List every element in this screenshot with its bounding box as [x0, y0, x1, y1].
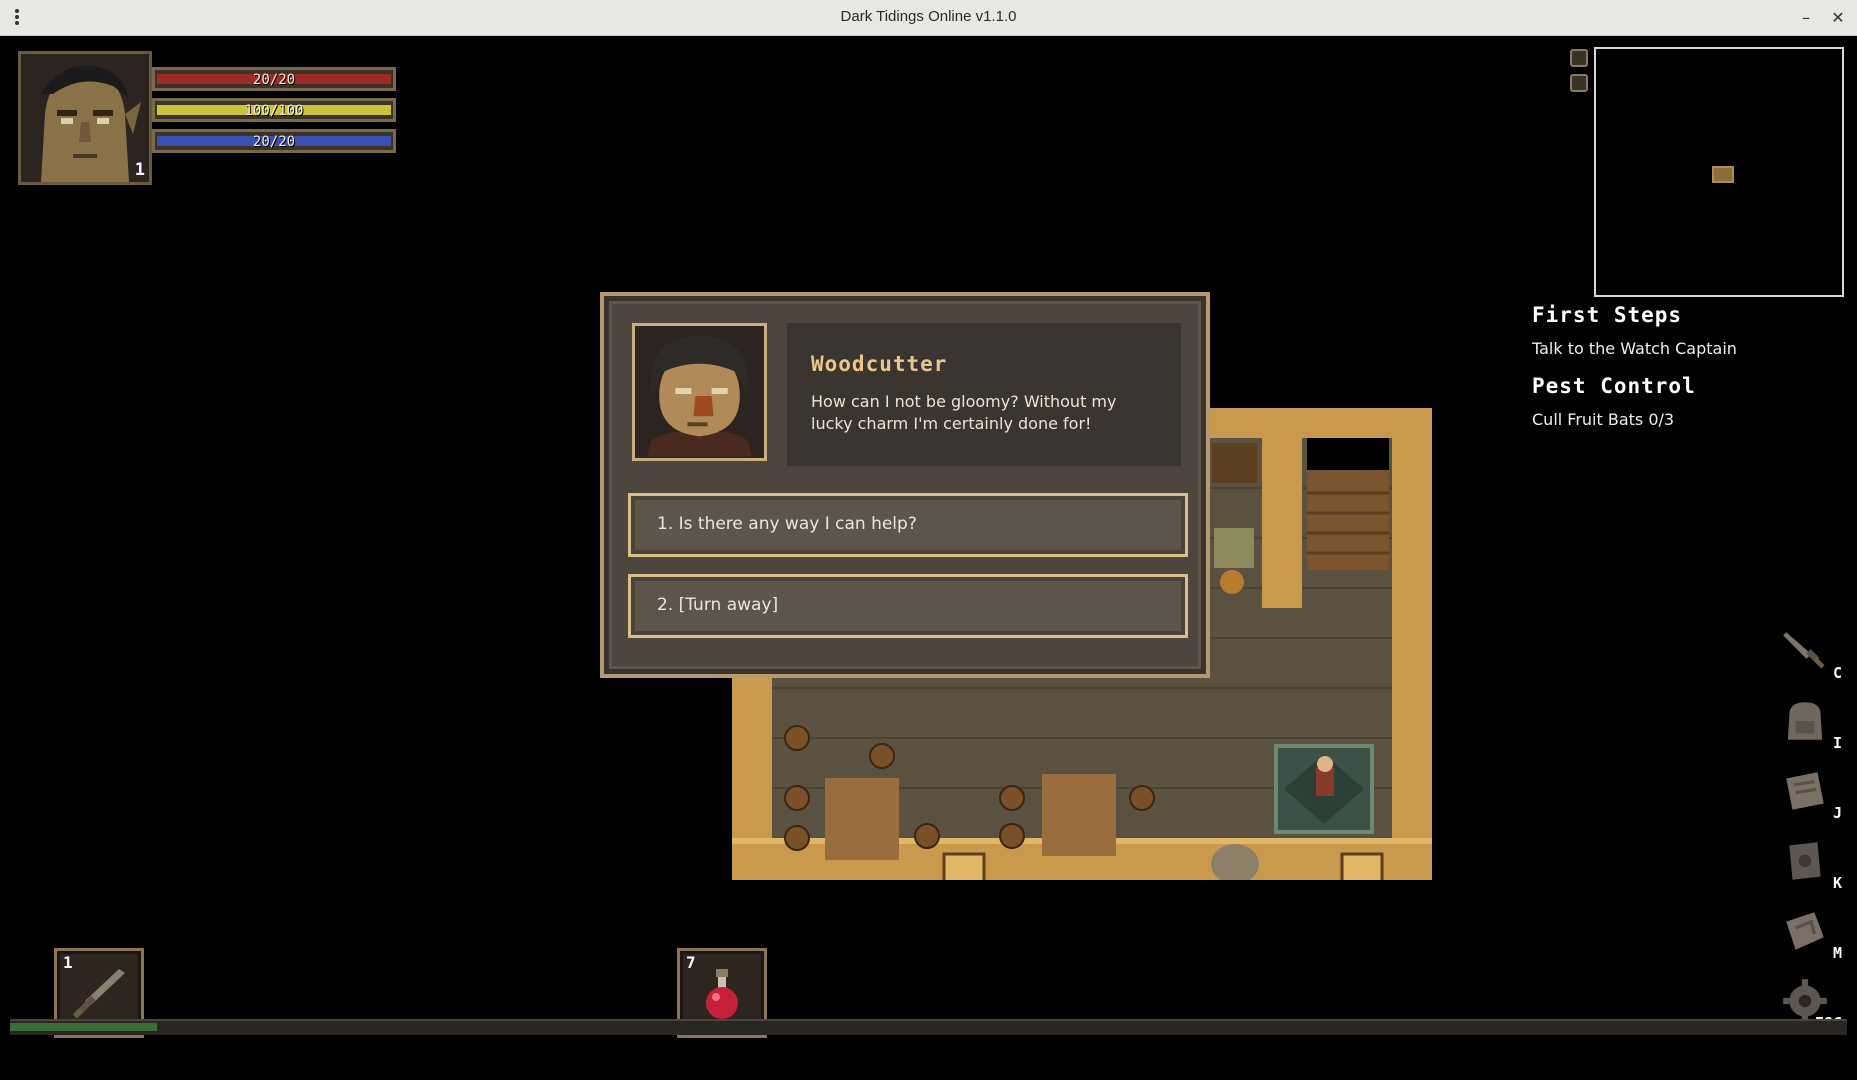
dialog-option-turn-away[interactable]: 2. [Turn away]	[628, 574, 1188, 638]
npc-name: Woodcutter	[811, 352, 948, 376]
journal-scroll-icon	[1786, 772, 1824, 810]
minimize-button[interactable]: –	[1794, 6, 1818, 30]
sword-icon	[72, 969, 125, 1019]
mana-text: 20/20	[252, 134, 296, 150]
map-menu-button[interactable]: M	[1780, 906, 1844, 962]
experience-bar	[10, 1019, 1847, 1035]
menu-key-label: K	[1832, 874, 1842, 892]
minimap-room-marker	[1712, 166, 1734, 183]
close-button[interactable]: ✕	[1826, 6, 1850, 30]
menu-key-label: C	[1832, 664, 1842, 682]
menu-key-label: J	[1832, 804, 1842, 822]
woodcutter-face-icon	[635, 327, 764, 457]
window-titlebar: Dark Tidings Online v1.1.0 – ✕	[0, 0, 1857, 36]
minimap-zoom-in-button[interactable]	[1570, 49, 1588, 67]
quest-title-pest-control[interactable]: Pest Control	[1532, 374, 1696, 398]
minimap-zoom-out-button[interactable]	[1570, 74, 1588, 92]
skill-book-icon	[1789, 842, 1821, 880]
quest-objective-pest-control: Cull Fruit Bats 0/3	[1532, 410, 1675, 429]
player-face-icon	[21, 54, 149, 182]
dialog-option-help[interactable]: 1. Is there any way I can help?	[628, 493, 1188, 557]
character-menu-button[interactable]: C	[1780, 626, 1844, 682]
player-portrait[interactable]: 1	[18, 51, 152, 185]
menu-key-label: M	[1832, 944, 1842, 962]
health-potion-icon	[706, 969, 738, 1019]
map-scroll-icon	[1786, 912, 1824, 950]
mana-bar: 20/20	[152, 129, 396, 153]
npc-dialog-text: How can I not be gloomy? Without my luck…	[811, 392, 1117, 433]
npc-dialog-box: Woodcutter How can I not be gloomy? With…	[600, 292, 1210, 678]
backpack-icon	[1787, 702, 1823, 740]
game-viewport[interactable]: 1 20/20 100/100 20/20 First Steps Talk t…	[0, 36, 1857, 1080]
sword-icon	[1783, 632, 1825, 669]
stamina-text: 100/100	[244, 103, 304, 119]
quest-objective-first-steps: Talk to the Watch Captain	[1532, 339, 1737, 358]
dialog-option-label: 1. Is there any way I can help?	[657, 514, 917, 534]
stamina-bar: 100/100	[152, 98, 396, 122]
hotbar-slot-number: 7	[686, 953, 696, 972]
experience-bar-fill	[10, 1023, 157, 1031]
npc-portrait	[632, 323, 767, 461]
menu-key-label: I	[1832, 734, 1842, 752]
quest-title-first-steps[interactable]: First Steps	[1532, 303, 1682, 327]
dialog-option-label: 2. [Turn away]	[657, 595, 779, 615]
window-title: Dark Tidings Online v1.1.0	[840, 8, 1017, 25]
skills-menu-button[interactable]: K	[1780, 836, 1844, 892]
health-bar: 20/20	[152, 67, 396, 91]
minimap[interactable]	[1594, 47, 1844, 297]
npc-speech-panel: Woodcutter How can I not be gloomy? With…	[787, 323, 1181, 466]
player-level: 1	[134, 160, 145, 180]
journal-menu-button[interactable]: J	[1780, 766, 1844, 822]
health-text: 20/20	[252, 72, 296, 88]
inventory-menu-button[interactable]: I	[1780, 696, 1844, 752]
hotbar-slot-number: 1	[63, 953, 73, 972]
